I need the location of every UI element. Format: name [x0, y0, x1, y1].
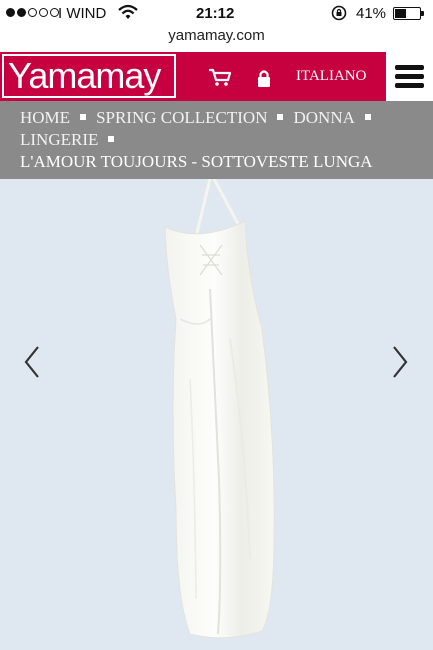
signal-strength [6, 8, 59, 17]
signal-dot [39, 8, 48, 17]
status-time: 21:12 [196, 5, 235, 22]
breadcrumb: HOME SPRING COLLECTION DONNA LINGERIE L'AM… [0, 101, 433, 179]
product-gallery [0, 179, 433, 650]
breadcrumb-separator [80, 114, 87, 120]
breadcrumb-line: HOME SPRING COLLECTION DONNA [20, 107, 433, 129]
url-text: yamamay.com [168, 27, 265, 44]
product-image [164, 179, 275, 639]
breadcrumb-donna[interactable]: DONNA [293, 108, 354, 127]
address-bar[interactable]: yamamay.com [0, 26, 433, 52]
signal-dot [6, 8, 15, 17]
language-selector[interactable]: ITALIANO [296, 68, 366, 85]
yamamay-logo[interactable]: Yamamay [2, 54, 176, 98]
menu-bar [395, 83, 424, 88]
menu-bar [395, 65, 424, 70]
carrier-name: I WIND [58, 5, 107, 22]
chevron-left-icon[interactable] [22, 344, 42, 380]
status-bar: I WIND 21:12 41% [0, 0, 433, 26]
breadcrumb-separator [364, 114, 371, 120]
signal-dot [17, 8, 26, 17]
signal-dot [28, 8, 37, 17]
breadcrumb-line: LINGERIE [20, 129, 433, 151]
hamburger-menu-icon[interactable] [386, 52, 433, 101]
breadcrumb-separator [277, 114, 284, 120]
product-title: L'AMOUR TOUJOURS - SOTTOVESTE LUNGA [20, 152, 373, 171]
battery-icon [393, 7, 424, 20]
wifi-icon [118, 4, 138, 19]
rotation-lock-icon [331, 5, 347, 21]
battery-terminal [421, 11, 424, 16]
menu-bar [395, 74, 424, 79]
breadcrumb-lingerie[interactable]: LINGERIE [20, 130, 98, 149]
breadcrumb-separator [108, 136, 115, 142]
breadcrumb-home[interactable]: HOME [20, 108, 70, 127]
chevron-right-icon[interactable] [390, 344, 410, 380]
breadcrumb-current: L'AMOUR TOUJOURS - SOTTOVESTE LUNGA [20, 151, 433, 173]
battery-fill [395, 9, 406, 18]
battery-percent: 41% [356, 5, 387, 22]
padlock-icon[interactable] [255, 68, 273, 88]
cart-icon[interactable] [208, 67, 232, 87]
breadcrumb-spring-collection[interactable]: SPRING COLLECTION [96, 108, 267, 127]
